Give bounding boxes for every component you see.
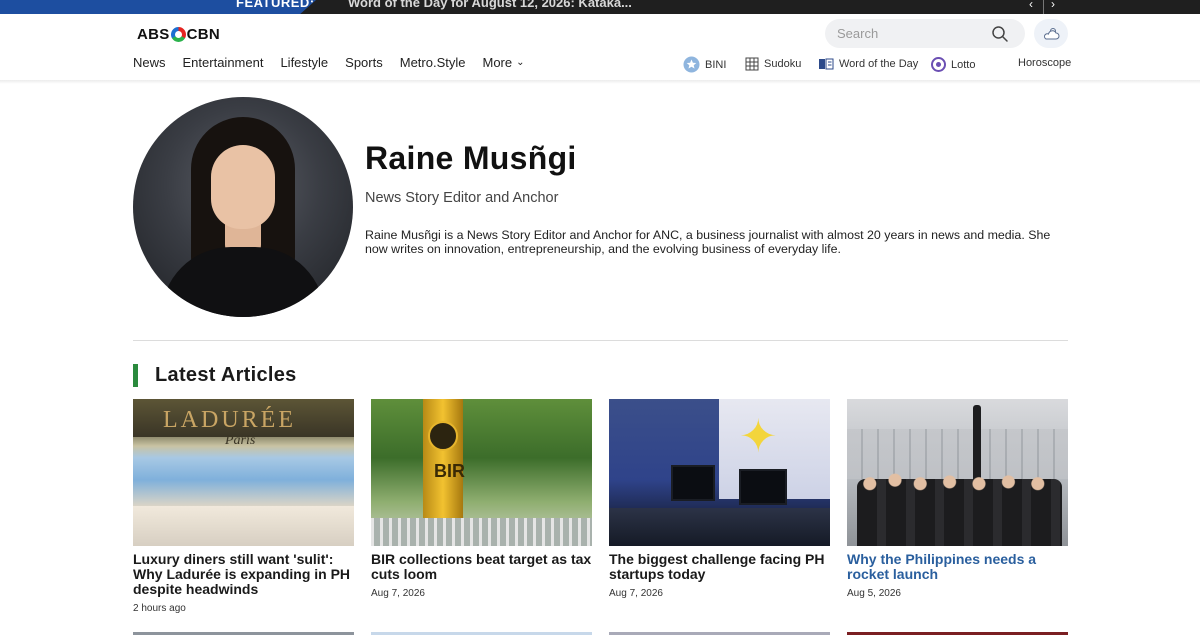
article-date: Aug 5, 2026 (847, 588, 901, 599)
utility-item-sudoku[interactable]: Sudoku (745, 57, 801, 71)
utility-label-bini: BINI (705, 58, 727, 71)
horoscope-icon (1002, 58, 1012, 68)
search-box[interactable] (825, 19, 1025, 48)
article-card[interactable]: LADURÉE Paris Luxury diners still want '… (133, 399, 354, 614)
article-headline[interactable]: Luxury diners still want 'sulit': Why La… (133, 552, 354, 597)
avatar-body (161, 247, 325, 317)
weather-button[interactable] (1034, 19, 1068, 48)
thumb-sign-subtext: Paris (225, 433, 256, 448)
utility-item-word-of-the-day[interactable]: Word of the Day (818, 57, 918, 70)
article-card[interactable]: Why the Philippines needs a rocket launc… (847, 399, 1068, 599)
section-divider (133, 340, 1068, 341)
article-card[interactable]: ✦ The biggest challenge facing PH startu… (609, 399, 830, 599)
thumb-desk (609, 508, 830, 546)
thumb-post-text: BIR (434, 461, 465, 481)
bini-star-icon (683, 56, 700, 73)
utility-item-lotto[interactable]: Lotto (931, 57, 975, 72)
article-date: Aug 7, 2026 (609, 588, 663, 599)
cloud-sun-icon (1044, 27, 1060, 39)
author-name: Raine Musñgi (365, 140, 577, 176)
article-date: Aug 7, 2026 (371, 588, 425, 599)
utility-item-bini[interactable]: BINI (683, 56, 726, 73)
utility-nav: BINI Sudoku Word of the Day Lotto Horosc… (0, 56, 1200, 75)
chevron-right-icon[interactable]: › (1051, 0, 1055, 11)
article-thumbnail[interactable]: ✦ (609, 399, 830, 546)
article-headline[interactable]: Why the Philippines needs a rocket launc… (847, 552, 1068, 582)
search-input[interactable] (837, 25, 987, 42)
thumb-faces (853, 457, 1063, 546)
logo-eye-icon (170, 26, 186, 42)
header-divider (0, 80, 1200, 84)
logo-abs: ABS (137, 25, 170, 43)
thumb-seal (428, 421, 458, 451)
author-role: News Story Editor and Anchor (365, 190, 559, 206)
utility-label-horoscope: Horoscope (1018, 57, 1072, 69)
book-icon (819, 58, 834, 70)
article-thumbnail[interactable] (847, 399, 1068, 546)
article-thumbnail[interactable]: LADURÉE Paris (133, 399, 354, 546)
utility-item-horoscope[interactable]: Horoscope (1001, 57, 1071, 69)
thumb-counter (133, 506, 354, 546)
chevron-left-icon[interactable]: ‹ (1029, 0, 1033, 11)
sudoku-grid-icon (745, 57, 759, 71)
article-headline[interactable]: BIR collections beat target as tax cuts … (371, 552, 592, 582)
abs-cbn-logo[interactable]: ABS CBN (137, 25, 220, 43)
featured-label: FEATURED: (236, 0, 315, 10)
article-headline[interactable]: The biggest challenge facing PH startups… (609, 552, 830, 582)
thumb-monitor (739, 469, 787, 505)
featured-headline-link[interactable]: Word of the Day for August 12, 2026: Kat… (348, 0, 632, 10)
featured-bar: FEATURED: Word of the Day for August 12,… (0, 0, 1200, 14)
featured-label-bg: FEATURED: (0, 0, 316, 14)
thumb-star: ✦ (739, 410, 778, 462)
logo-cbn: CBN (186, 25, 220, 43)
avatar-face (211, 145, 275, 229)
article-date: 2 hours ago (133, 603, 186, 614)
latest-articles-heading: Latest Articles (133, 364, 297, 387)
thumb-sign-text: LADURÉE (163, 407, 296, 433)
thumb-fence (371, 518, 592, 546)
utility-label-sudoku: Sudoku (764, 58, 802, 70)
lotto-ball-icon (931, 57, 946, 72)
author-bio: Raine Musñgi is a News Story Editor and … (365, 228, 1051, 256)
author-avatar (133, 97, 353, 317)
featured-divider (1043, 0, 1044, 14)
search-icon[interactable] (991, 25, 1009, 43)
thumb-monitor (671, 465, 715, 501)
utility-label-word-of-the-day: Word of the Day (839, 57, 919, 70)
article-card[interactable]: BIR BIR collections beat target as tax c… (371, 399, 592, 599)
utility-label-lotto: Lotto (951, 58, 976, 71)
article-thumbnail[interactable]: BIR (371, 399, 592, 546)
